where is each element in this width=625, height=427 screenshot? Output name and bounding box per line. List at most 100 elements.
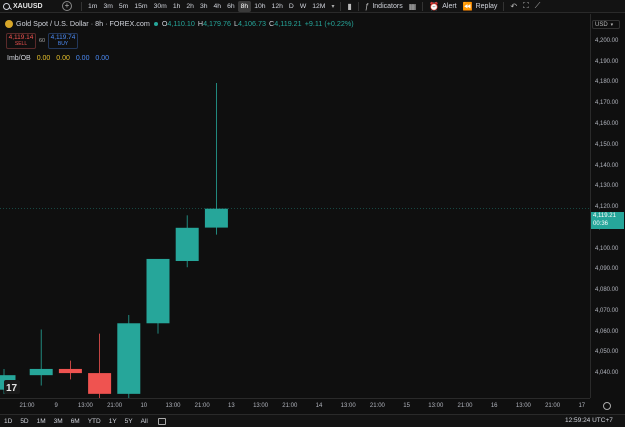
time-tick: 21:00 — [369, 403, 385, 409]
compare-plus-icon[interactable]: + — [62, 1, 72, 11]
price-tick: 4,170.00 — [595, 100, 619, 107]
range-list: 1D 5D 1M 3M 6M YTD 1Y 5Y All — [0, 418, 152, 425]
price-tick: 4,190.00 — [595, 58, 619, 65]
candle-body — [146, 258, 170, 324]
interval-12m[interactable]: 12M — [309, 1, 328, 12]
interval-d[interactable]: D — [286, 1, 297, 12]
range-6m[interactable]: 6M — [67, 418, 84, 425]
candle — [88, 333, 112, 398]
interval-1m[interactable]: 1m — [85, 1, 100, 12]
candle — [58, 360, 82, 380]
interval-15m[interactable]: 15m — [131, 1, 150, 12]
bar-countdown: 00:36 — [593, 220, 609, 227]
symbol-search[interactable]: XAUUSD — [0, 0, 56, 13]
last-price-label: 4,119.21 — [593, 213, 616, 219]
candle — [204, 82, 228, 235]
interval-4h[interactable]: 4h — [211, 1, 225, 12]
time-tick: 13:00 — [77, 403, 93, 409]
interval-30m[interactable]: 30m — [151, 1, 170, 12]
candle-body — [58, 368, 82, 374]
calendar-icon[interactable] — [157, 417, 166, 425]
price-tick: 4,080.00 — [595, 287, 619, 294]
time-tick: 14 — [315, 403, 323, 409]
top-toolbar: XAUUSD + 1m 3m 5m 15m 30m 1h 2h 3h 4h 6h 8h 10h 12h D… — [0, 0, 625, 13]
price-tick: 4,090.00 — [595, 266, 619, 273]
interval-1h[interactable]: 1h — [170, 1, 184, 12]
time-tick: 13:00 — [340, 403, 356, 409]
candle — [175, 215, 199, 268]
price-tick: 4,130.00 — [595, 183, 619, 190]
range-5d[interactable]: 5D — [16, 418, 32, 425]
price-tick: 4,040.00 — [595, 370, 619, 377]
candle-body — [29, 368, 53, 376]
replay-icon: ⏪ — [462, 1, 473, 11]
indicators-label: Indicators — [372, 2, 403, 10]
candle-body — [88, 373, 112, 394]
candle-body — [175, 227, 199, 262]
search-icon — [3, 2, 10, 10]
interval-3m[interactable]: 3m — [100, 1, 115, 12]
interval-10h[interactable]: 10h — [251, 1, 268, 12]
indicators-button[interactable]: ƒ Indicators — [362, 0, 406, 13]
interval-5m[interactable]: 5m — [116, 1, 131, 12]
gear-icon[interactable] — [603, 402, 611, 410]
price-chart[interactable]: 17 — [0, 14, 590, 398]
alarm-icon: ⏰ — [429, 1, 440, 11]
time-tick: 15 — [403, 403, 410, 409]
interval-6h[interactable]: 6h — [224, 1, 238, 12]
candle — [117, 314, 141, 398]
interval-3h[interactable]: 3h — [197, 1, 211, 12]
alert-label: Alert — [442, 2, 457, 10]
range-5y[interactable]: 5Y — [121, 418, 137, 425]
interval-w[interactable]: W — [297, 1, 309, 12]
time-tick: 21:00 — [194, 403, 210, 409]
time-tick: 21:00 — [457, 403, 473, 409]
candle — [146, 258, 170, 334]
time-tick: 13:00 — [428, 403, 444, 409]
candle-body — [204, 208, 228, 228]
range-all[interactable]: All — [137, 418, 152, 425]
range-1d[interactable]: 1D — [0, 418, 16, 425]
range-3m[interactable]: 3M — [50, 418, 67, 425]
price-tick: 4,140.00 — [595, 162, 619, 169]
price-tick: 4,150.00 — [595, 141, 619, 148]
interval-12h[interactable]: 12h — [269, 1, 286, 12]
time-tick: 9 — [54, 403, 58, 409]
price-tick: 4,200.00 — [595, 37, 619, 44]
time-tick: 21:00 — [107, 403, 123, 409]
divider — [357, 1, 359, 11]
last-price-badge: 4,119.21 00:36 — [591, 212, 624, 229]
interval-8h[interactable]: 8h — [237, 0, 252, 12]
fullscreen-icon[interactable]: ⛶ — [520, 1, 532, 11]
indicators-icon: ƒ — [364, 1, 370, 11]
templates-icon[interactable]: ▦ — [406, 2, 420, 11]
replay-button[interactable]: ⏪ Replay — [460, 0, 501, 13]
undo-icon[interactable]: ↶ — [507, 2, 520, 11]
time-tick: 17 — [578, 403, 586, 409]
candle-body — [117, 323, 141, 394]
divider — [81, 1, 82, 11]
interval-2h[interactable]: 2h — [183, 1, 197, 12]
replay-label: Replay — [475, 2, 498, 10]
time-tick: 13 — [228, 403, 235, 409]
currency-select[interactable]: USD ▾ — [592, 20, 620, 29]
chevron-down-icon: ▾ — [610, 21, 614, 28]
bar-style-icon[interactable]: ▮ — [344, 2, 354, 11]
range-1m[interactable]: 1M — [33, 418, 50, 425]
price-tick: 4,100.00 — [595, 245, 619, 252]
range-1y[interactable]: 1Y — [105, 418, 121, 425]
time-tick: 21:00 — [545, 403, 561, 409]
alert-button[interactable]: ⏰ Alert — [426, 0, 459, 13]
price-tick: 4,050.00 — [595, 349, 619, 356]
range-ytd[interactable]: YTD — [84, 418, 105, 425]
svg-text:17: 17 — [6, 383, 18, 394]
price-tick: 4,070.00 — [595, 307, 619, 314]
draw-icon[interactable]: ⟋ — [532, 1, 544, 11]
divider — [503, 1, 505, 11]
chevron-down-icon[interactable]: ▾ — [328, 3, 337, 10]
interval-list: 1m 3m 5m 15m 30m 1h 2h 3h 4h 6h 8h 10h 12h D W 12M — [85, 0, 328, 12]
clock: 12:59:24 UTC+7 — [565, 417, 613, 424]
time-tick: 10 — [140, 403, 148, 409]
time-tick: 16 — [490, 403, 498, 409]
time-tick: 21:00 — [282, 403, 298, 409]
